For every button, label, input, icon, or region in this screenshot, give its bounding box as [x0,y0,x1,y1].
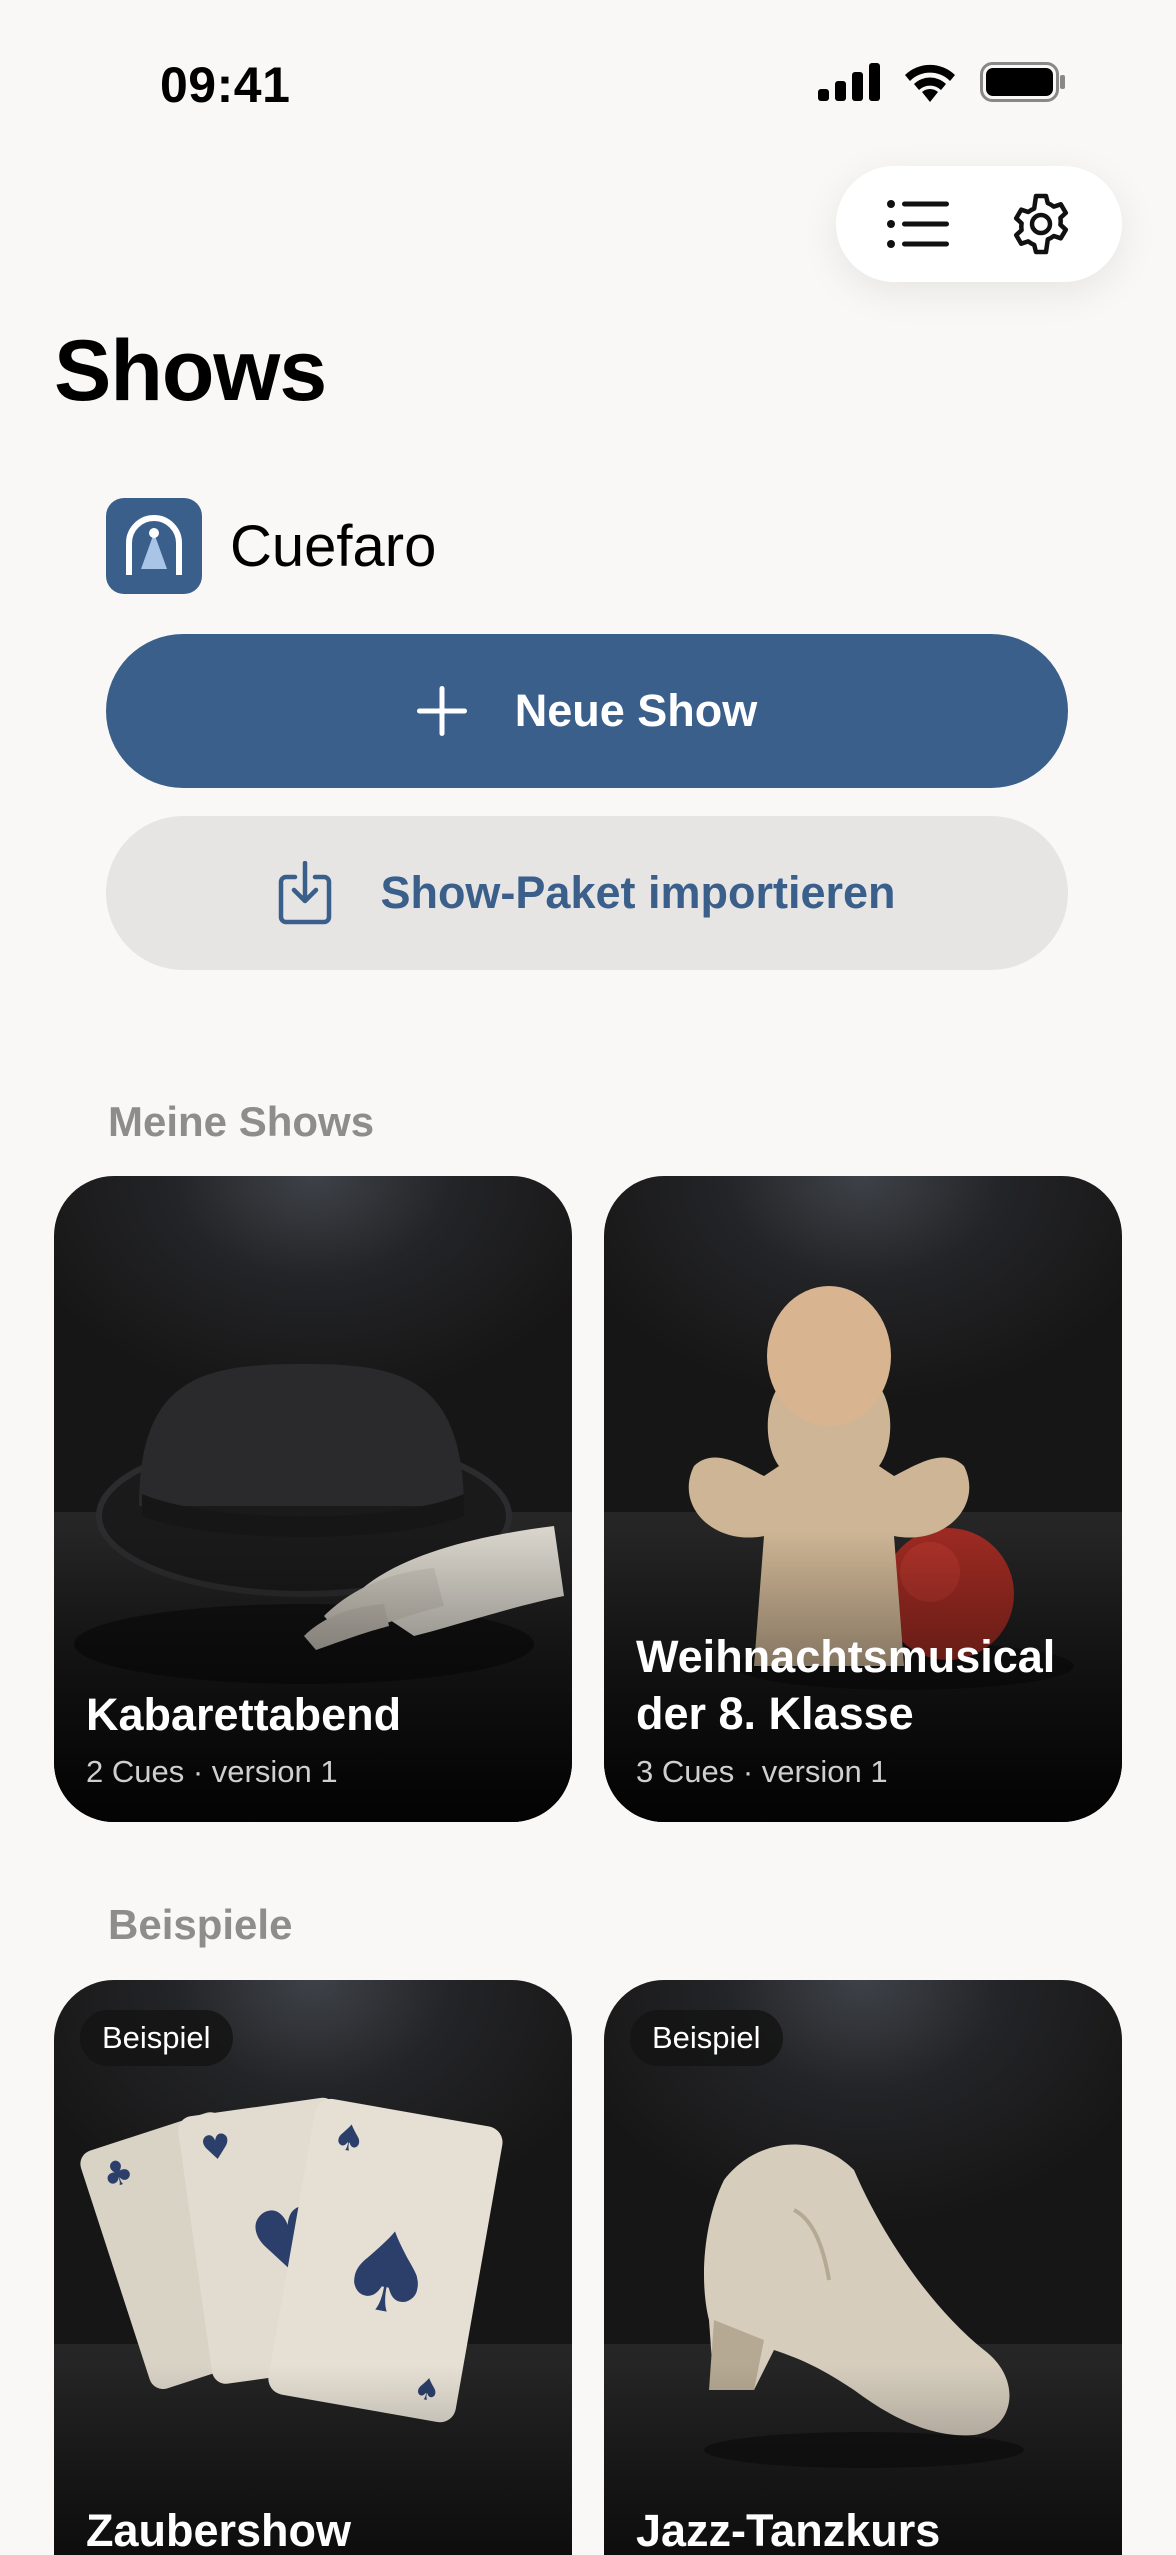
app-logo [106,498,202,594]
cellular-signal-icon [818,63,880,101]
gear-icon [1013,193,1068,255]
example-card-title: Zaubershow [86,2505,352,2555]
status-time: 09:41 [160,57,291,113]
show-card-title: Kabarettabend [86,1689,402,1740]
example-badge: Beispiel [630,2010,783,2066]
show-card-kabarettabend[interactable]: Kabarettabend 2 Cues · version 1 [54,1176,572,1822]
list-button[interactable] [868,174,968,274]
new-show-label: Neue Show [514,685,758,736]
settings-button[interactable] [991,174,1091,274]
example-card-title: Jazz-Tanzkurs [636,2505,941,2555]
show-card-meta: 3 Cues · version 1 [636,1754,888,1789]
example-card-jazz-tanzkurs[interactable]: Beispiel Jazz-Tanzkurs [604,1980,1122,2555]
battery-icon [980,62,1065,102]
show-card-title: Weihnachtsmusical der 8. Klasse [636,1631,1056,1740]
example-badge: Beispiel [80,2010,233,2066]
download-tray-icon [279,861,332,925]
spotlight-arch-icon [126,515,182,575]
brand: Cuefaro [106,498,436,594]
status-icons [818,62,1066,102]
svg-text:♥: ♥ [198,2126,234,2170]
section-my-shows: Meine Shows [108,1098,375,1145]
show-card-weihnachtsmusical[interactable]: Weihnachtsmusical der 8. Klasse 3 Cues ·… [604,1176,1122,1822]
import-package-label: Show-Paket importieren [380,867,896,918]
brand-name: Cuefaro [230,513,437,579]
screen: 09:41 Shows Cuefaro Neue Show Show-Paket… [0,0,1176,2555]
list-icon [886,200,949,248]
page-title: Shows [54,323,327,419]
example-card-zaubershow[interactable]: ♣ ♥ ♥ ♠ ♠ ♠ Beispiel Zaubershow [54,1980,572,2555]
new-show-button[interactable]: Neue Show [106,634,1068,788]
toolbar-pill [836,166,1122,282]
show-card-meta: 2 Cues · version 1 [86,1754,338,1789]
section-examples: Beispiele [108,1901,293,1948]
plus-icon [416,686,467,736]
wifi-icon [905,64,955,102]
import-package-button[interactable]: Show-Paket importieren [106,816,1068,970]
